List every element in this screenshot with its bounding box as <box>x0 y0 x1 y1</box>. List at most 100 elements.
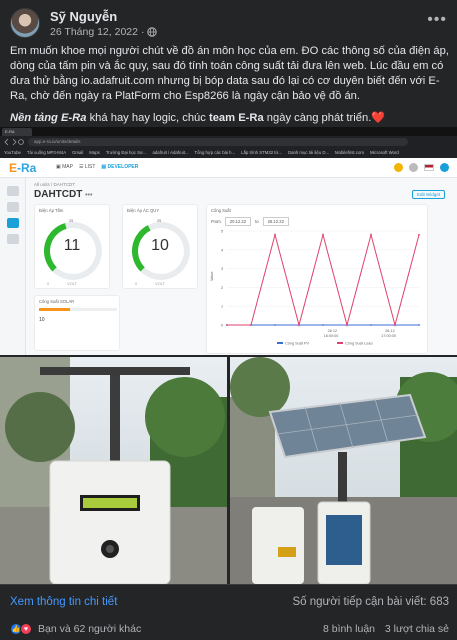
sidebar-grid-icon[interactable] <box>7 202 19 212</box>
nav-list[interactable]: ☰ LIST <box>79 164 95 170</box>
y-tick-label: 4 <box>221 248 223 252</box>
bookmark-item[interactable]: Tổng hợp các bài h... <box>195 148 236 158</box>
url-bar[interactable]: app.e-ra.io/units/details <box>4 137 453 147</box>
avatar[interactable] <box>10 8 40 38</box>
chart-title: Công Suất <box>211 208 231 213</box>
data-point <box>370 233 372 236</box>
y-tick-label: 2 <box>221 286 223 290</box>
x-tick-label: 26.12 <box>328 329 338 333</box>
data-point <box>298 324 300 326</box>
y-tick-label: 5 <box>221 230 223 234</box>
post-date[interactable]: 26 Tháng 12, 2022 <box>50 26 138 38</box>
flag-icon[interactable] <box>424 164 434 171</box>
logo-ra: -Ra <box>17 161 37 175</box>
post-header: Sỹ Nguyễn 26 Tháng 12, 2022 · ••• <box>10 8 449 40</box>
nav-list-label: LIST <box>84 164 96 170</box>
solar-power-fill <box>39 308 71 311</box>
bookmark-item[interactable]: Maps <box>89 148 100 158</box>
legend-label: Công Suất PV <box>285 342 310 346</box>
see-details-link[interactable]: Xem thông tin chi tiết <box>10 596 117 608</box>
bookmark-item[interactable]: Tài xuống MP3-M4A <box>27 148 66 158</box>
reach-count[interactable]: Số người tiếp cận bài viết: 683 <box>292 596 449 608</box>
data-point <box>394 324 396 326</box>
reactors-text[interactable]: Bạn và 62 người khác <box>38 623 141 635</box>
reactions-row: 👍 ♥ Bạn và 62 người khác 8 bình luận 3 l… <box>0 618 457 640</box>
x-tick-label: 26.12 <box>385 329 395 333</box>
sidebar-home-icon[interactable] <box>7 186 19 196</box>
globe-icon <box>147 27 158 37</box>
browser-chrome: E-RA app.e-ra.io/units/details YouTube Tà… <box>0 127 457 158</box>
gauge-card-battery-voltage[interactable]: Điện Áp ÁC QUY 25 10 VOLT 0 <box>122 204 198 289</box>
bookmark-item[interactable]: Lắp trình STM32 từ... <box>241 148 282 158</box>
era-app-header: E-Ra ▣ MAP ☰ LIST ▤ DEVELOPER <box>0 158 457 178</box>
bookmark-item[interactable]: YouTube <box>4 148 21 158</box>
solar-power-track <box>39 308 117 311</box>
dashboard-screenshot[interactable]: E-RA app.e-ra.io/units/details YouTube Tà… <box>0 127 457 355</box>
author-name[interactable]: Sỹ Nguyễn <box>50 9 117 24</box>
hashtag-era-platform[interactable]: Nền tảng E-Ra <box>10 112 86 124</box>
solar-power-card[interactable]: Công Suất SOLAR 10 <box>34 295 120 351</box>
nav-developer[interactable]: ▤ DEVELOPER <box>101 164 138 170</box>
series-line-1 <box>227 232 420 327</box>
power-line-chart: 012345Value26.1216:00:0026.1217:00:00Côn… <box>210 230 420 346</box>
post-paragraph-2: Nền tảng E-Ra khá hay hay logic, chúc te… <box>10 111 450 126</box>
shares-count[interactable]: 3 lượt chia sẻ <box>385 623 449 635</box>
y-tick-label: 1 <box>221 305 223 309</box>
data-point <box>322 233 324 236</box>
app-sidebar <box>0 178 26 355</box>
legend-swatch <box>277 342 283 344</box>
era-logo[interactable]: E-Ra <box>9 161 36 175</box>
notification-icon[interactable] <box>394 163 403 172</box>
post-meta: 26 Tháng 12, 2022 · <box>50 26 158 38</box>
page-title: DAHTCDT ••• <box>34 189 93 200</box>
bookmarks-bar: YouTube Tài xuống MP3-M4A Gmail Maps Trường … <box>0 148 457 158</box>
sidebar-network-icon[interactable] <box>7 234 19 244</box>
settings-icon[interactable] <box>409 163 418 172</box>
bookmark-item[interactable]: Danh mục tài liệu D... <box>288 148 329 158</box>
bookmark-item[interactable]: Gmail <box>72 148 83 158</box>
y-tick-label: 3 <box>221 267 223 271</box>
gauge-min-label: 0 <box>135 282 138 286</box>
power-chart-card[interactable]: Công Suất From 20.12.22 to 26.12.22 0123… <box>206 204 428 354</box>
gauge-title: Điện Áp ÁC QUY <box>127 208 160 213</box>
sidebar-dashboard-icon[interactable] <box>7 218 19 228</box>
url-text[interactable]: app.e-ra.io/units/details <box>28 138 408 146</box>
bookmark-item[interactable]: adafruit / Adafruit... <box>152 148 188 158</box>
user-avatar-icon[interactable] <box>440 163 449 172</box>
x-tick-label-time: 17:00:00 <box>381 334 396 338</box>
photo-solar-panel-image <box>230 357 457 584</box>
gauge-card-panel-voltage[interactable]: Điện Áp Tấm 25 11 VOLT 0 <box>34 204 110 289</box>
data-point <box>418 233 420 236</box>
browser-tabs: E-RA <box>0 127 457 136</box>
photo-device-front[interactable] <box>0 357 227 584</box>
breadcrumb[interactable]: All units / DAHTCDT <box>34 182 75 187</box>
nav-arrows-icon[interactable] <box>4 138 24 146</box>
app-header-right <box>394 163 449 172</box>
nav-map-label: MAP <box>62 164 73 170</box>
data-point <box>370 324 372 326</box>
legend-label: Công Suất Load <box>345 342 372 346</box>
post-text-fragment: khá hay hay logic, chúc <box>86 112 209 124</box>
heart-emoji: ❤️ <box>371 112 386 124</box>
team-era-mention[interactable]: team E-Ra <box>209 112 264 124</box>
link-row: Xem thông tin chi tiết Số người tiếp cận… <box>0 584 457 618</box>
legend-swatch <box>337 342 343 344</box>
photo-solar-panel[interactable] <box>230 357 457 584</box>
gauge-title: Điện Áp Tấm <box>39 208 64 213</box>
bookmark-item[interactable]: Trường Đại học Sư... <box>106 148 147 158</box>
ellipsis-icon[interactable]: ••• <box>427 11 447 29</box>
data-point <box>274 324 276 326</box>
bookmark-item[interactable]: Microsoft Word <box>370 148 399 158</box>
card-value: 10 <box>39 317 45 323</box>
post-text-fragment: ngày càng phát triển. <box>263 112 372 124</box>
reaction-icons[interactable]: 👍 ♥ <box>10 623 40 635</box>
edit-widget-button[interactable]: Edit Widget <box>411 190 445 199</box>
nav-developer-label: DEVELOPER <box>107 164 139 170</box>
browser-tab[interactable]: E-RA <box>2 128 32 136</box>
data-point <box>274 233 276 236</box>
comments-count[interactable]: 8 bình luận <box>323 623 375 635</box>
nav-map[interactable]: ▣ MAP <box>56 164 73 170</box>
data-point <box>250 324 252 326</box>
from-label: From <box>211 219 221 224</box>
bookmark-item[interactable]: Mobilefirst.com <box>335 148 364 158</box>
